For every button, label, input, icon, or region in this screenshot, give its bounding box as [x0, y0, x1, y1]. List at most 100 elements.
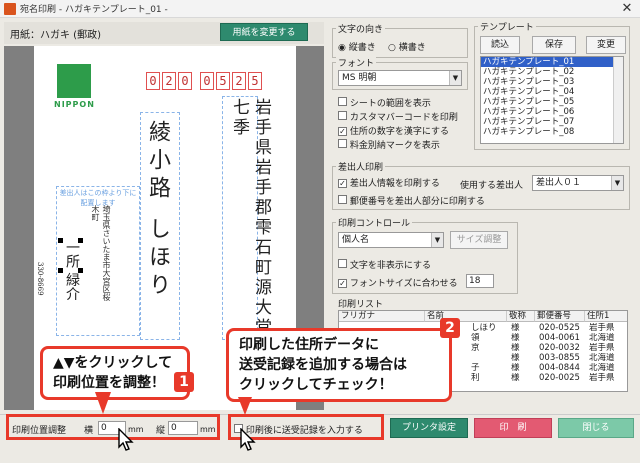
horizontal-label: 横書き: [398, 43, 426, 53]
template-item[interactable]: ハガキテンプレート_08: [481, 127, 623, 137]
template-change-button[interactable]: 変更: [586, 36, 626, 54]
print-sender-checkbox[interactable]: ✓ 差出人情報を印刷する: [338, 176, 440, 189]
resize-handle[interactable]: [58, 238, 63, 243]
callout2-badge: 2: [440, 318, 460, 338]
vertical-radio[interactable]: ◉ 縦書き: [338, 40, 376, 53]
sheet-range-label: シートの範囲を表示: [349, 99, 431, 109]
sender-select[interactable]: 差出人０１ ▼: [532, 175, 624, 191]
callout1-line1: ▲▼をクリックして: [53, 355, 173, 371]
checkbox-box: [338, 139, 347, 148]
field-select[interactable]: 個人名 ▼: [338, 232, 444, 248]
window-title: 宛名印刷 - ハガキテンプレート_01 -: [20, 5, 168, 15]
resize-handle[interactable]: [78, 238, 83, 243]
checkbox-box: ✓: [338, 179, 347, 188]
resize-handle[interactable]: [78, 268, 83, 273]
hide-text-checkbox[interactable]: 文字を非表示にする: [338, 258, 431, 271]
checkbox-box: [338, 111, 347, 120]
cell-zip[interactable]: 004-0061: [537, 333, 585, 343]
callout2-line2: 送受記録を追加する場合は: [239, 357, 407, 373]
template-read-button[interactable]: 読込: [480, 36, 520, 54]
template-item[interactable]: ハガキテンプレート_06: [481, 107, 623, 117]
postal-digit: 0: [146, 72, 160, 90]
cell-honorific[interactable]: 様: [509, 373, 535, 383]
vertical-offset-label: 縦: [156, 426, 166, 436]
resize-handle[interactable]: [58, 268, 63, 273]
postal-digit: 5: [248, 72, 262, 90]
column-header[interactable]: 名前: [425, 311, 507, 322]
postage-mark-label: 料金別納マークを表示: [349, 141, 440, 151]
kanji-number-checkbox[interactable]: ✓ 住所の数字を漢字にする: [338, 124, 449, 137]
close-button[interactable]: 閉じる: [558, 418, 634, 438]
cell-honorific[interactable]: 様: [509, 343, 535, 353]
barcode-label: カスタマバーコードを印刷: [349, 113, 458, 123]
cell-zip[interactable]: 004-0844: [537, 363, 585, 373]
template-item[interactable]: ハガキテンプレート_03: [481, 77, 623, 87]
use-sender-label: 使用する差出人: [460, 181, 524, 191]
print-sender-label: 差出人情報を印刷する: [349, 179, 440, 189]
column-header[interactable]: 郵便番号: [535, 311, 585, 322]
postal-digit: 2: [232, 72, 246, 90]
template-save-button[interactable]: 保存: [532, 36, 576, 54]
close-window-button[interactable]: ✕: [617, 1, 637, 17]
vertical-unit: mm: [200, 425, 216, 434]
zip-only-label: 郵便番号を差出人部分に印刷する: [349, 197, 485, 207]
cell-address[interactable]: 北海道: [587, 353, 627, 363]
template-item[interactable]: ハガキテンプレート_01: [481, 57, 623, 67]
cell-name[interactable]: 利: [469, 373, 507, 383]
font-size-stepper[interactable]: 18: [466, 274, 494, 288]
callout1-badge: 1: [174, 372, 194, 392]
template-list[interactable]: ハガキテンプレート_01 ハガキテンプレート_02 ハガキテンプレート_03 ハ…: [480, 56, 624, 144]
cell-name[interactable]: 領: [469, 333, 507, 343]
postal-digit: 0: [178, 72, 192, 90]
postage-mark-checkbox[interactable]: 料金別納マークを表示: [338, 138, 440, 151]
cell-zip[interactable]: 020-0032: [537, 343, 585, 353]
cell-name[interactable]: 子: [469, 363, 507, 373]
cell-address[interactable]: 岩手県: [587, 373, 627, 383]
zip-only-checkbox[interactable]: 郵便番号を差出人部分に印刷する: [338, 194, 485, 207]
cell-address[interactable]: 岩手県: [587, 323, 627, 333]
template-scrollbar[interactable]: [613, 57, 623, 143]
font-value: MS 明朝: [342, 73, 377, 83]
cell-zip[interactable]: 020-0525: [537, 323, 585, 333]
cell-honorific[interactable]: 様: [509, 353, 535, 363]
fit-font-label: フォントサイズに合わせる: [349, 279, 458, 289]
cell-zip[interactable]: 020-0025: [537, 373, 585, 383]
cell-address[interactable]: 北海道: [587, 333, 627, 343]
cell-zip[interactable]: 003-0855: [537, 353, 585, 363]
vertical-offset-stepper[interactable]: 0: [168, 421, 198, 435]
cell-address[interactable]: 北海道: [587, 363, 627, 373]
chevron-down-icon: ▼: [611, 176, 623, 190]
sheet-range-checkbox[interactable]: シートの範囲を表示: [338, 96, 431, 109]
kanji-number-label: 住所の数字を漢字にする: [349, 127, 449, 137]
cell-name[interactable]: 京: [469, 343, 507, 353]
font-group-label: フォント: [336, 56, 377, 69]
title-bar: 宛名印刷 - ハガキテンプレート_01 - ✕: [0, 0, 640, 18]
column-header[interactable]: 住所1: [585, 311, 627, 322]
column-header[interactable]: フリガナ: [339, 311, 425, 322]
sender-name: 一所 緑介: [64, 240, 80, 301]
position-adjust-label: 印刷位置調整: [12, 426, 67, 436]
chevron-down-icon: ▼: [449, 71, 461, 85]
postal-logo: [57, 64, 91, 98]
horizontal-radio[interactable]: ○ 横書き: [388, 40, 426, 53]
print-button[interactable]: 印 刷: [474, 418, 552, 438]
postal-code-boxes: 0 2 0 0 5 2 5: [146, 72, 272, 92]
size-adjust-button[interactable]: サイズ調整: [450, 231, 508, 249]
template-item[interactable]: ハガキテンプレート_04: [481, 87, 623, 97]
cell-honorific[interactable]: 様: [509, 363, 535, 373]
template-item[interactable]: ハガキテンプレート_02: [481, 67, 623, 77]
cell-address[interactable]: 岩手県: [587, 343, 627, 353]
template-item[interactable]: ハガキテンプレート_07: [481, 117, 623, 127]
printer-settings-button[interactable]: プリンタ設定: [390, 418, 468, 438]
cell-honorific[interactable]: 様: [509, 323, 535, 333]
template-item[interactable]: ハガキテンプレート_05: [481, 97, 623, 107]
postal-digit: 2: [162, 72, 176, 90]
callout1-line2: 印刷位置を調整！: [53, 375, 165, 391]
font-select[interactable]: MS 明朝 ▼: [338, 70, 462, 86]
cell-honorific[interactable]: 様: [509, 333, 535, 343]
barcode-checkbox[interactable]: カスタマバーコードを印刷: [338, 110, 458, 123]
column-header[interactable]: 敬称: [507, 311, 535, 322]
fit-font-checkbox[interactable]: ✓ フォントサイズに合わせる: [338, 276, 458, 289]
change-paper-button[interactable]: 用紙を変更する: [220, 23, 308, 41]
cell-name[interactable]: しほり: [469, 323, 507, 333]
